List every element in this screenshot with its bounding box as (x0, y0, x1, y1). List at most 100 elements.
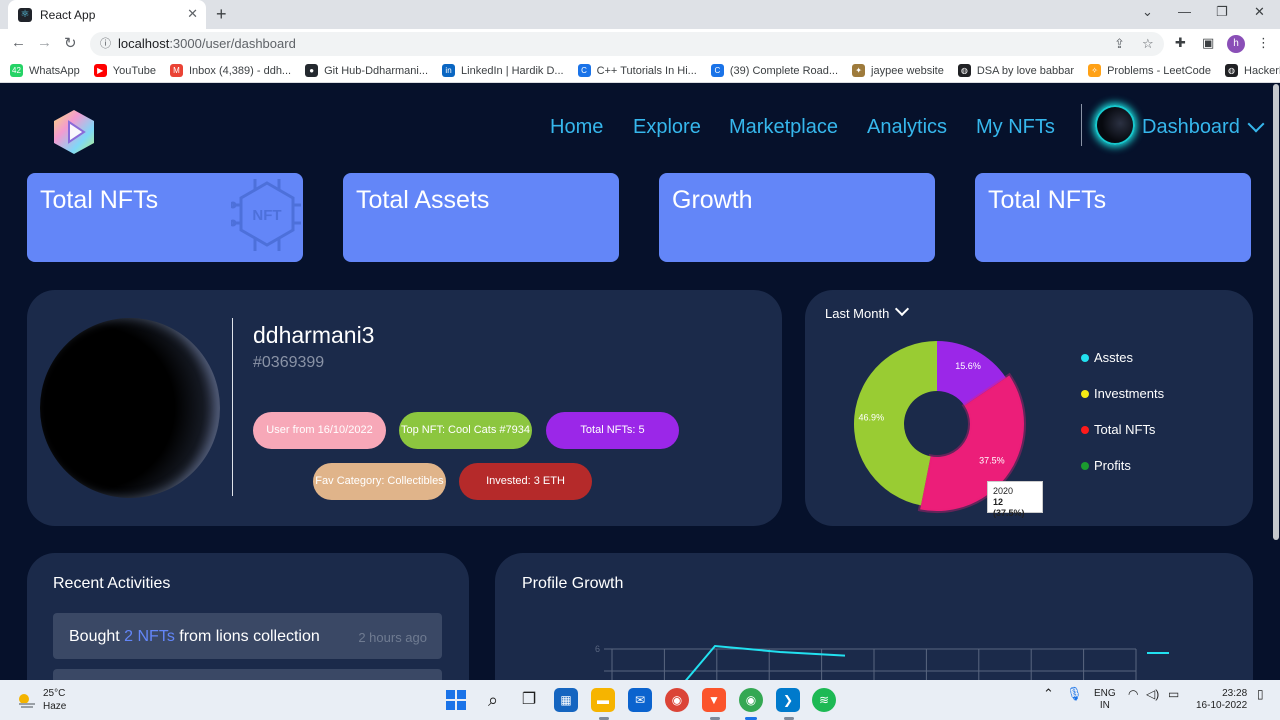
volume-icon[interactable]: ◁) (1146, 688, 1159, 700)
bookmark-item[interactable]: ◍ HackerRank (1225, 64, 1280, 77)
legend-item[interactable]: Total NFTs (1081, 422, 1155, 437)
chevron-down-icon[interactable] (1247, 115, 1265, 133)
microsoft-store-icon[interactable]: ▦ (554, 688, 578, 712)
youtube-icon: ▶ (93, 64, 107, 77)
address-bar[interactable]: ⓘ localhost:3000/user/dashboard ⇪ ☆ (90, 32, 1164, 56)
user-avatar[interactable] (1095, 105, 1135, 145)
wifi-icon[interactable]: ◠ (1128, 688, 1138, 700)
maximize-button[interactable]: ❐ (1216, 4, 1228, 20)
page-scrollbar[interactable] (1272, 84, 1280, 680)
legend-item[interactable]: Profits (1081, 458, 1131, 473)
bookmark-item[interactable]: ✧ Problems - LeetCode (1088, 64, 1211, 77)
chrome-active-icon[interactable]: ◉ (739, 688, 763, 712)
bookmark-item[interactable]: ✦ jaypee website (852, 64, 944, 77)
activity-row[interactable] (53, 669, 442, 680)
recent-activities-title: Recent Activities (53, 575, 171, 592)
mail-icon[interactable]: ✉ (628, 688, 652, 712)
nav-home[interactable]: Home (550, 116, 603, 139)
nav-divider (1081, 104, 1082, 146)
activity-row[interactable]: Bought 2 NFTs from lions collection 2 ho… (53, 613, 442, 659)
windows-taskbar: 25°C Haze ⌕ ❐ ▦ ▬ ✉ ◉ ▼ ◉ ❯ ≋ ⌃ 🎙 ENG IN ◠… (0, 680, 1280, 720)
gmail-icon: M (169, 64, 183, 77)
pill-user-since[interactable]: User from 16/10/2022 (253, 412, 386, 449)
activity-prefix: Bought (69, 628, 125, 645)
bookmark-item[interactable]: ▶ YouTube (93, 64, 156, 77)
activity-highlight[interactable]: 2 NFTs (124, 628, 175, 645)
nav-marketplace[interactable]: Marketplace (729, 116, 838, 139)
leetcode-icon: ✧ (1088, 64, 1102, 77)
stat-card-growth[interactable]: Growth (659, 173, 935, 262)
close-tab-icon[interactable]: ✕ (187, 6, 198, 22)
bookmark-label: LinkedIn | Hardik D... (461, 64, 564, 77)
nav-analytics[interactable]: Analytics (867, 116, 947, 139)
microphone-icon[interactable]: 🎙 (1066, 687, 1083, 700)
bookmark-item[interactable]: M Inbox (4,389) - ddh... (169, 64, 292, 77)
reload-icon[interactable]: ↻ (64, 34, 77, 52)
bookmarks-bar: 42 WhatsApp ▶ YouTube M Inbox (4,389) - ddh..… (0, 59, 1280, 83)
more-options-icon[interactable]: ⋮ (1257, 35, 1270, 51)
activity-suffix: from lions collection (174, 628, 320, 645)
bookmark-item[interactable]: in LinkedIn | Hardik D... (442, 64, 564, 77)
bookmark-item[interactable]: ● Git Hub-Ddharmani... (305, 64, 428, 77)
bookmark-label: Inbox (4,389) - ddh... (188, 64, 292, 77)
y-tick-label: 6 (595, 644, 600, 654)
nft-chip-icon: NFT (231, 179, 301, 251)
profile-picture (40, 318, 220, 498)
stat-card-total-nfts-2[interactable]: Total NFTs (975, 173, 1251, 262)
pill-invested[interactable]: Invested: 3 ETH (459, 463, 592, 500)
tab-title: React App (40, 7, 96, 22)
app-logo-icon[interactable] (52, 108, 96, 156)
clock-time: 23:28 (1222, 688, 1248, 699)
nav-dashboard[interactable]: Dashboard (1142, 116, 1240, 139)
donut-slice[interactable] (854, 341, 937, 506)
stat-card-total-nfts[interactable]: Total NFTs NFT (27, 173, 303, 262)
bookmark-item[interactable]: 42 WhatsApp (10, 64, 80, 77)
share-icon[interactable]: ⇪ (1114, 32, 1125, 56)
file-explorer-icon[interactable]: ▬ (591, 688, 615, 712)
legend-item[interactable]: Investments (1081, 386, 1164, 401)
notification-icon[interactable]: ▯ (1257, 688, 1264, 700)
pill-total-nfts[interactable]: Total NFTs: 5 (546, 412, 679, 449)
battery-icon[interactable]: ▭ (1168, 688, 1179, 700)
profile-user-id: #0369399 (253, 354, 325, 371)
period-dropdown[interactable]: Last Month (825, 301, 910, 321)
bookmark-star-icon[interactable]: ☆ (1142, 32, 1154, 56)
bookmark-item[interactable]: C (39) Complete Road... (710, 64, 838, 77)
bookmark-label: C++ Tutorials In Hi... (596, 64, 697, 77)
globe-icon: ◍ (1225, 64, 1239, 77)
pill-fav-category[interactable]: Fav Category: Collectibles (313, 463, 446, 500)
chevron-up-icon[interactable]: ⌃ (1043, 687, 1054, 700)
clock[interactable]: 23:28 16-10-2022 (1196, 688, 1247, 712)
vscode-icon[interactable]: ❯ (776, 688, 800, 712)
language-indicator[interactable]: ENG IN (1094, 688, 1116, 712)
side-panel-icon[interactable]: ▣ (1202, 35, 1214, 51)
profile-avatar[interactable]: h (1227, 35, 1245, 53)
portfolio-chart-card: Last Month 15.6% 37.5% 46.9% Asstes Investm… (805, 290, 1253, 526)
stat-card-title: Total NFTs (988, 186, 1107, 214)
bookmark-item[interactable]: ◍ DSA by love babbar (957, 64, 1074, 77)
forward-icon[interactable]: → (37, 34, 52, 51)
new-tab-button[interactable]: + (216, 4, 227, 25)
legend-item[interactable]: Asstes (1081, 350, 1133, 365)
search-icon[interactable]: ⌕ (481, 688, 505, 712)
brave-icon[interactable]: ▼ (702, 688, 726, 712)
site-info-icon[interactable]: ⓘ (100, 32, 111, 56)
minimize-button[interactable]: — (1178, 4, 1191, 19)
extensions-icon[interactable]: ✚ (1175, 35, 1186, 51)
browser-tab-react-app[interactable]: ⚛ React App ✕ (8, 0, 206, 29)
back-icon[interactable]: ← (11, 34, 26, 51)
close-window-button[interactable]: ✕ (1254, 4, 1265, 20)
scrollbar-thumb[interactable] (1273, 84, 1279, 540)
nav-my-nfts[interactable]: My NFTs (976, 116, 1055, 139)
pill-top-nft[interactable]: Top NFT: Cool Cats #7934 (399, 412, 532, 449)
linkedin-icon: in (442, 64, 456, 77)
stat-card-total-assets[interactable]: Total Assets (343, 173, 619, 262)
tab-search-icon[interactable]: ⌄ (1142, 4, 1153, 20)
task-view-icon[interactable]: ❐ (517, 688, 541, 712)
legend-dot-icon (1081, 426, 1089, 434)
spotify-icon[interactable]: ≋ (812, 688, 836, 712)
nav-explore[interactable]: Explore (633, 116, 701, 139)
chrome-icon[interactable]: ◉ (665, 688, 689, 712)
windows-start-icon[interactable] (444, 688, 468, 712)
bookmark-item[interactable]: C C++ Tutorials In Hi... (577, 64, 697, 77)
